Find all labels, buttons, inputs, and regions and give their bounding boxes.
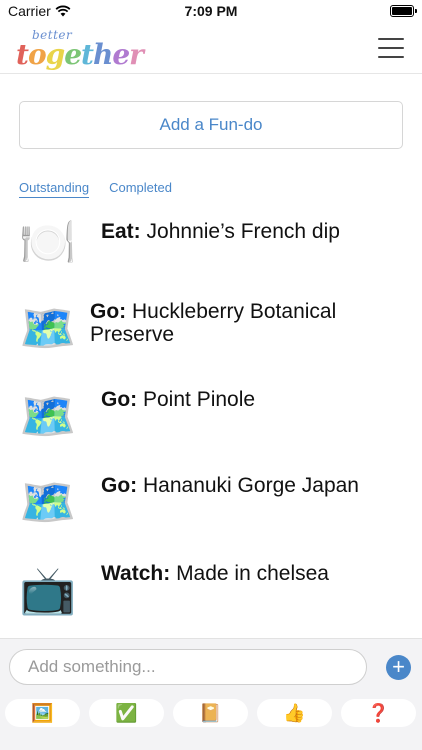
check-icon[interactable]: ✅ <box>89 699 164 727</box>
battery-icon <box>390 5 417 17</box>
menu-line-icon <box>378 56 404 58</box>
add-circle-button[interactable]: + <box>386 655 411 680</box>
item-text: Eat: Johnnie’s French dip <box>101 220 401 243</box>
menu-line-icon <box>378 38 404 40</box>
notebook-icon[interactable]: 📔 <box>173 699 248 727</box>
item-text: Watch: Made in chelsea <box>101 562 401 585</box>
map-icon: 🗺️ <box>19 301 77 355</box>
item-verb: Eat: <box>101 220 141 243</box>
item-text: Go: Hananuki Gorge Japan <box>101 474 401 497</box>
plate-icon: 🍽️ <box>19 215 77 269</box>
tab-outstanding[interactable]: Outstanding <box>19 180 90 198</box>
item-text: Go: Point Pinole <box>101 388 401 411</box>
status-bar: Carrier 7:09 PM <box>0 0 422 24</box>
add-something-input[interactable] <box>9 649 367 685</box>
map-icon: 🗺️ <box>19 389 77 443</box>
item-title: Made in chelsea <box>176 562 329 585</box>
quick-action-row: 🖼️ ✅ 📔 👍 ❓ <box>0 699 422 729</box>
item-title: Point Pinole <box>143 388 256 411</box>
item-verb: Go: <box>101 474 138 497</box>
menu-line-icon <box>378 47 404 49</box>
composer-bar: + 🖼️ ✅ 📔 👍 ❓ <box>0 638 422 750</box>
item-verb: Go: <box>101 388 138 411</box>
item-text: Go: Huckleberry Botanical Preserve <box>90 300 400 346</box>
app-logo: better together <box>16 26 144 71</box>
tab-completed[interactable]: Completed <box>109 180 172 198</box>
item-title: Johnnie’s French dip <box>146 220 340 243</box>
app-header: better together <box>0 24 422 74</box>
question-icon[interactable]: ❓ <box>341 699 416 727</box>
item-verb: Watch: <box>101 562 171 585</box>
picture-icon[interactable]: 🖼️ <box>5 699 80 727</box>
tv-icon: 📺 <box>19 563 77 617</box>
thumbs-up-icon[interactable]: 👍 <box>257 699 332 727</box>
filter-tabs: Outstanding Completed <box>19 180 172 198</box>
logo-together-text: together <box>16 38 144 71</box>
status-time: 7:09 PM <box>184 3 238 19</box>
item-title: Hananuki Gorge Japan <box>143 474 359 497</box>
add-fundo-button[interactable]: Add a Fun-do <box>19 101 403 149</box>
item-verb: Go: <box>90 300 127 323</box>
hamburger-menu-button[interactable] <box>378 38 404 58</box>
item-title: Huckleberry Botanical Preserve <box>90 300 337 346</box>
map-icon: 🗺️ <box>19 475 77 529</box>
